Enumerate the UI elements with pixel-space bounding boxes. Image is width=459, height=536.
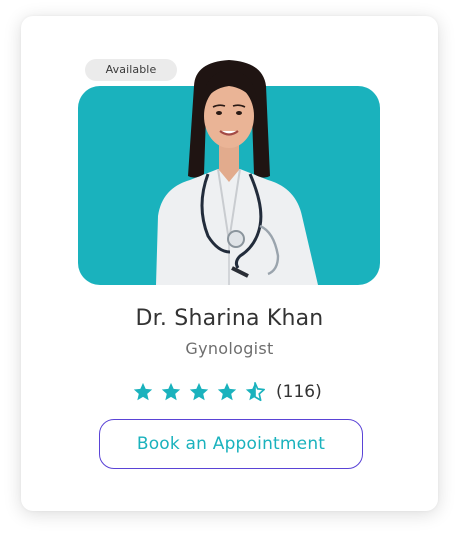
star-half-icon (245, 382, 265, 402)
star-icon (189, 382, 209, 401)
doctor-name: Dr. Sharina Khan (135, 306, 324, 331)
star-icon (161, 382, 181, 401)
star-icon (133, 382, 153, 401)
rating-count: (116) (276, 382, 322, 402)
doctor-card: Available Dr. Sharina Khan Gynologist (1… (21, 16, 438, 511)
book-appointment-button[interactable]: Book an Appointment (99, 419, 363, 469)
doctor-specialty: Gynologist (185, 339, 274, 358)
rating: (116) (132, 379, 322, 405)
doctor-photo (78, 56, 380, 285)
availability-badge: Available (85, 59, 177, 81)
star-icon (217, 382, 237, 401)
